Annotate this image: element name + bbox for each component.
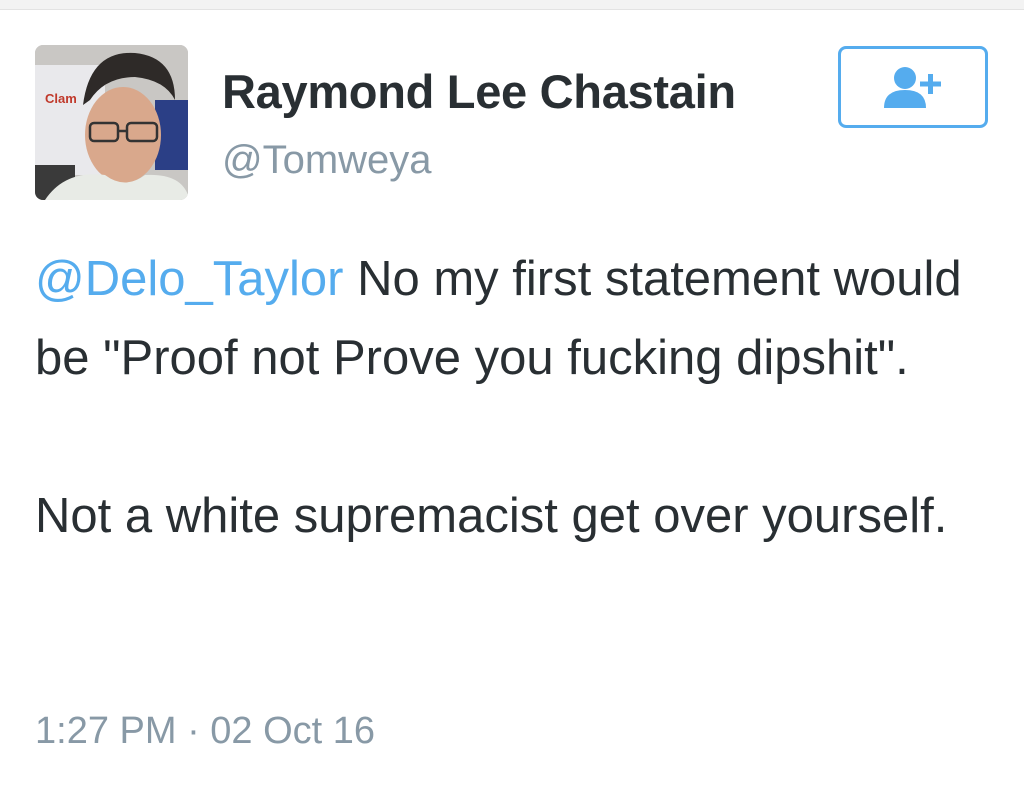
top-divider	[0, 0, 1024, 10]
display-name[interactable]: Raymond Lee Chastain	[222, 64, 736, 119]
tweet-paragraph-1: @Delo_Taylor No my first statement would…	[35, 240, 995, 398]
tweet-text: @Delo_Taylor No my first statement would…	[35, 240, 995, 556]
tweet-paragraph-2: Not a white supremacist get over yoursel…	[35, 489, 948, 543]
avatar-photo: Clam	[35, 45, 188, 200]
user-handle[interactable]: @Tomweya	[222, 138, 432, 183]
mention-link[interactable]: @Delo_Taylor	[35, 252, 343, 306]
avatar-sign-text: Clam	[45, 91, 77, 106]
tweet-timestamp[interactable]: 1:27 PM · 02 Oct 16	[35, 710, 375, 753]
follow-button[interactable]	[838, 46, 988, 128]
follow-user-plus-icon	[884, 67, 941, 108]
avatar[interactable]: Clam	[35, 45, 188, 200]
